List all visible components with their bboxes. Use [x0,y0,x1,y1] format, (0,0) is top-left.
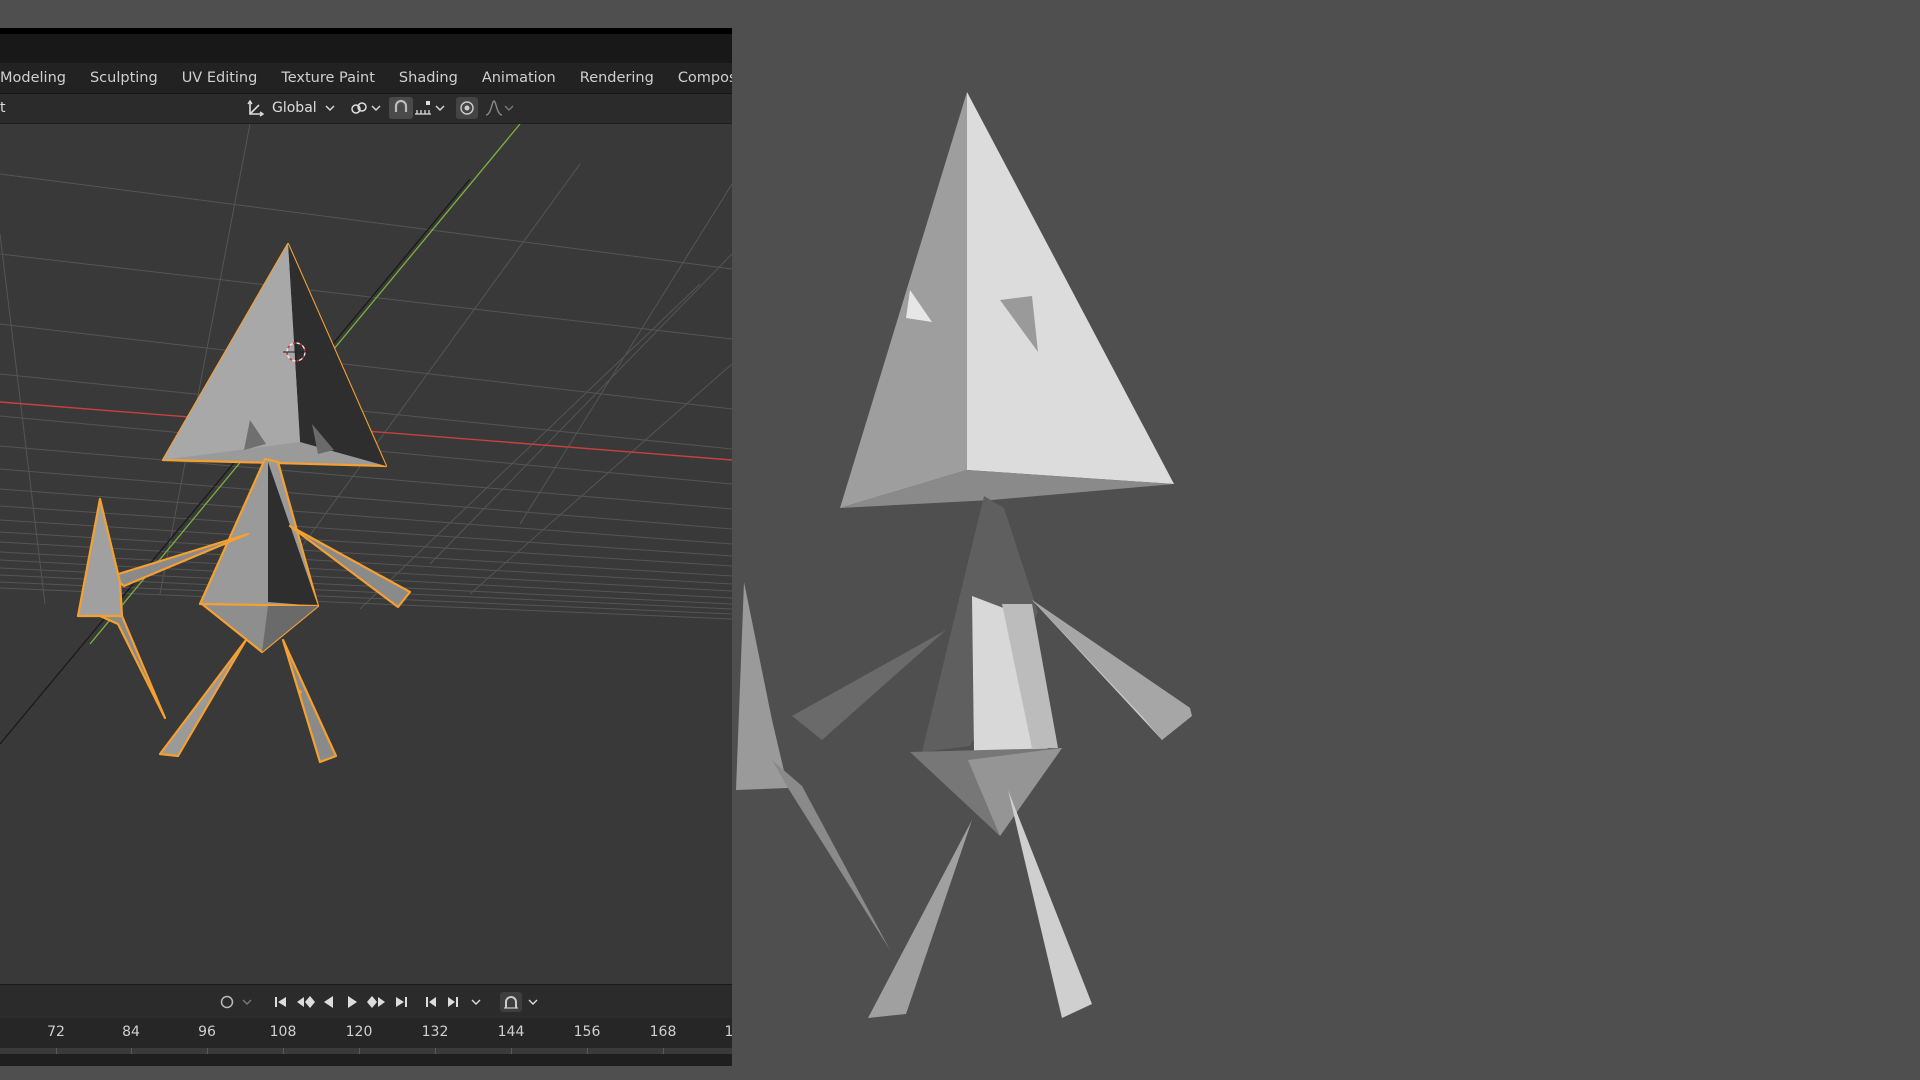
record-circle-icon [220,995,234,1009]
step-back-icon [426,997,436,1007]
keying-record-button[interactable] [218,992,236,1012]
orientation-axes-icon [246,98,266,118]
transform-orientation-dropdown[interactable]: Global [246,97,335,119]
tab-uv-editing[interactable]: UV Editing [170,63,270,93]
step-forward-icon [448,997,458,1007]
frame-tick: 96 [198,1024,216,1040]
frame-tick: 132 [421,1024,449,1040]
frame-tick: 144 [497,1024,525,1040]
frame-tick: 72 [47,1024,65,1040]
frame-tick: 168 [649,1024,677,1040]
jump-to-keyframe-prev-button[interactable] [294,992,318,1012]
3d-viewport[interactable] [0,124,732,984]
frame-ruler[interactable]: 72 84 96 108 120 132 144 156 168 1 [0,1018,732,1048]
jump-to-end-button[interactable] [392,992,410,1012]
chevron-down-icon [325,104,335,112]
auto-keying-snap-button[interactable] [500,992,522,1012]
magnet-icon [391,98,411,118]
chevron-down-icon [435,104,445,112]
tab-modeling[interactable]: Modeling [0,63,78,93]
frame-tick: 1 [724,1024,732,1040]
timeline-area [0,1054,732,1066]
tab-texture-paint[interactable]: Texture Paint [269,63,387,93]
play-icon [348,996,357,1008]
tab-compositing[interactable]: Compositing [666,63,732,93]
blender-window: Modeling Sculpting UV Editing Texture Pa… [0,28,732,1066]
prev-keyframe-icon [297,996,315,1008]
falloff-curve-icon [484,98,504,118]
chevron-down-icon [371,104,381,112]
frame-tick: 120 [345,1024,373,1040]
snap-target-dropdown[interactable] [413,97,445,119]
snap-increment-icon [413,98,433,118]
viewport-header: t Global [0,94,732,124]
playback-dropdown[interactable] [471,992,481,1012]
jump-start-icon [275,997,286,1007]
tab-animation[interactable]: Animation [470,63,568,93]
tab-rendering[interactable]: Rendering [568,63,666,93]
render-preview [732,0,1920,1080]
tab-sculpting[interactable]: Sculpting [78,63,170,93]
keying-dropdown[interactable] [242,992,252,1012]
jump-to-start-button[interactable] [272,992,290,1012]
chevron-down-icon [471,999,481,1005]
next-frame-button[interactable] [444,992,462,1012]
origin-dot [298,690,302,694]
snap-dropdown[interactable] [528,992,538,1012]
timeline-controls [0,984,732,1019]
tab-shading[interactable]: Shading [387,63,470,93]
magnet-icon [504,996,518,1009]
chevron-down-icon [504,104,514,112]
chevron-down-icon [528,999,538,1005]
pivot-point-dropdown[interactable] [349,97,381,119]
orientation-label: Global [272,100,317,116]
proportional-edit-toggle[interactable] [456,97,478,119]
proportional-falloff-dropdown[interactable] [484,97,514,119]
chevron-down-icon [242,999,252,1005]
play-reverse-icon [324,996,333,1008]
frame-tick: 156 [573,1024,601,1040]
prev-frame-button[interactable] [422,992,440,1012]
proportional-edit-icon [456,98,478,118]
title-bar [0,34,732,63]
pivot-link-icon [349,98,369,118]
jump-to-keyframe-next-button[interactable] [364,992,388,1012]
frame-tick: 84 [122,1024,140,1040]
next-keyframe-icon [367,996,385,1008]
header-left-fragment: t [0,100,6,116]
jump-end-icon [396,997,407,1007]
play-button[interactable] [343,992,361,1012]
play-reverse-button[interactable] [320,992,338,1012]
snap-toggle-button[interactable] [389,97,413,119]
workspace-tabs: Modeling Sculpting UV Editing Texture Pa… [0,63,732,94]
frame-tick: 108 [269,1024,297,1040]
